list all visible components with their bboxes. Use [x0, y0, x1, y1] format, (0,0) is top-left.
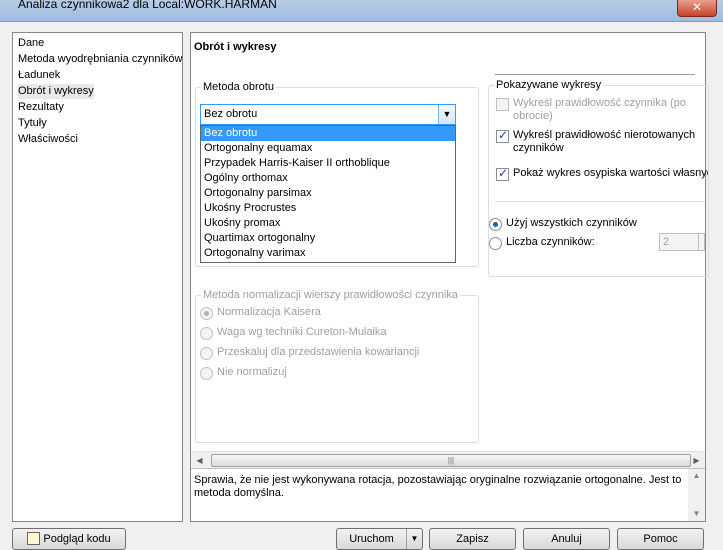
number-of-factors-label: Liczba czynników:	[506, 236, 595, 248]
nav-item-results[interactable]: Rezultaty	[18, 100, 64, 115]
dropdown-arrow-button[interactable]: ▼	[438, 105, 455, 124]
use-all-factors-row[interactable]: Użyj wszystkich czynników	[489, 217, 637, 231]
scree-plot-row[interactable]: Pokaż wykres osypiska wartości własnyc	[496, 167, 708, 181]
covariance-rescale-radio[interactable]	[200, 347, 213, 360]
plot-unrotated-pattern-checkbox[interactable]	[496, 128, 509, 143]
page-title: Obrót i wykresy	[194, 41, 277, 53]
nav-item-loading[interactable]: Ładunek	[18, 68, 60, 83]
plots-legend: Pokazywane wykresy	[496, 79, 602, 91]
number-of-factors-value: 2	[663, 236, 670, 248]
kaiser-normalization-radio[interactable]	[200, 307, 213, 320]
cureton-mulaik-label: Waga wg techniki Cureton-Mulaika	[217, 326, 387, 338]
cancel-label: Anuluj	[551, 533, 582, 545]
rotation-method-dropdown: Bez obrotu Ortogonalny equamax Przypadek…	[200, 125, 456, 263]
covariance-rescale-label: Przeskaluj dla przedstawienia kowariancj…	[217, 346, 420, 358]
plots-divider	[495, 201, 705, 202]
spinner-arrows[interactable]	[698, 234, 704, 250]
scroll-down-icon[interactable]: ▼	[688, 507, 705, 521]
nav-item-properties[interactable]: Właściwości	[18, 132, 78, 147]
window-title: Analiza czynnikowa2 dla Local:WORK.HARMA…	[18, 0, 277, 11]
description-box: Sprawia, że nie jest wykonywana rotacja,…	[191, 468, 705, 521]
help-button[interactable]: Pomoc	[617, 528, 704, 550]
save-button[interactable]: Zapisz	[429, 528, 516, 550]
dropdown-option[interactable]: Ogólny orthomax	[201, 171, 455, 186]
cureton-mulaik-row[interactable]: Waga wg techniki Cureton-Mulaika	[200, 326, 387, 340]
scroll-up-icon[interactable]: ▲	[688, 469, 705, 483]
number-of-factors-radio[interactable]	[489, 237, 502, 250]
close-icon: ✕	[691, 0, 703, 14]
run-dropdown-button[interactable]: ▼	[406, 529, 422, 549]
code-preview-label: Podgląd kodu	[43, 533, 111, 545]
title-divider	[495, 74, 695, 75]
no-normalization-label: Nie normalizuj	[217, 366, 287, 378]
number-of-factors-row[interactable]: Liczba czynników:	[489, 236, 595, 250]
plot-rotated-pattern-label: Wykreśl prawidłowość czynnika (po obroci…	[513, 97, 686, 122]
chevron-down-icon: ▼	[442, 109, 452, 119]
rotation-method-legend: Metoda obrotu	[203, 81, 274, 93]
plot-unrotated-pattern-label: Wykreśl prawidłowość nierotowanych czynn…	[513, 129, 696, 154]
scree-plot-checkbox[interactable]	[496, 167, 509, 181]
use-all-factors-radio[interactable]	[489, 218, 502, 231]
kaiser-normalization-label: Normalizacja Kaisera	[217, 306, 321, 318]
scree-plot-label: Pokaż wykres osypiska wartości własnyc	[513, 167, 708, 179]
navigation-list: Dane Metoda wyodrębniania czynników Ładu…	[12, 32, 183, 522]
description-text: Sprawia, że nie jest wykonywana rotacja,…	[194, 474, 682, 499]
dropdown-option[interactable]: Bez obrotu	[201, 126, 455, 141]
description-scrollbar[interactable]: ▲ ▼	[688, 469, 705, 521]
scroll-right-icon[interactable]: ▶	[688, 452, 705, 469]
code-preview-icon	[27, 531, 41, 545]
rotation-method-value: Bez obrotu	[204, 108, 258, 120]
dropdown-option[interactable]: Przypadek Harris-Kaiser II orthoblique	[201, 156, 455, 171]
save-label: Zapisz	[456, 533, 489, 545]
nav-item-titles[interactable]: Tytuły	[18, 116, 47, 131]
nav-item-extraction-method[interactable]: Metoda wyodrębniania czynników	[18, 52, 182, 67]
kaiser-normalization-row[interactable]: Normalizacja Kaisera	[200, 306, 321, 320]
dropdown-option[interactable]: Ortogonalny parsimax	[201, 186, 455, 201]
nav-item-rotation-plots[interactable]: Obrót i wykresy	[18, 84, 94, 99]
title-bar: Analiza czynnikowa2 dla Local:WORK.HARMA…	[0, 0, 723, 22]
no-normalization-radio[interactable]	[200, 367, 213, 380]
plot-unrotated-pattern-row[interactable]: Wykreśl prawidłowość nierotowanych czynn…	[496, 128, 704, 155]
grip-icon: |||	[447, 456, 455, 465]
chevron-down-icon: ▼	[410, 534, 419, 543]
dropdown-option[interactable]: Quartimax ortogonalny	[201, 231, 455, 246]
dropdown-option[interactable]: Ortogonalny varimax	[201, 246, 455, 261]
nav-item-dane[interactable]: Dane	[18, 36, 44, 51]
horizontal-scrollbar[interactable]: ◀ ||| ▶	[191, 451, 705, 468]
number-of-factors-spinner[interactable]: 2	[659, 233, 705, 251]
cureton-mulaik-radio[interactable]	[200, 327, 213, 340]
close-button[interactable]: ✕	[677, 0, 717, 17]
plot-rotated-pattern-row[interactable]: Wykreśl prawidłowość czynnika (po obroci…	[496, 97, 704, 123]
cancel-button[interactable]: Anuluj	[523, 528, 610, 550]
help-label: Pomoc	[643, 533, 678, 545]
scroll-left-icon[interactable]: ◀	[191, 452, 208, 469]
plot-rotated-pattern-checkbox[interactable]	[496, 98, 509, 111]
dropdown-option[interactable]: Ortogonalny equamax	[201, 141, 455, 156]
scrollbar-thumb[interactable]: |||	[211, 454, 691, 467]
no-normalization-row[interactable]: Nie normalizuj	[200, 366, 287, 380]
dropdown-option[interactable]: Ukośny Procrustes	[201, 201, 455, 216]
rotation-method-select[interactable]: Bez obrotu ▼	[200, 104, 456, 125]
options-panel: Obrót i wykresy Metoda obrotu Bez obrotu…	[190, 32, 709, 522]
run-button[interactable]: Uruchom ▼	[336, 528, 423, 550]
normalization-legend: Metoda normalizacji wierszy prawidłowośc…	[203, 289, 458, 301]
dropdown-option[interactable]: Ukośny promax	[201, 216, 455, 231]
covariance-rescale-row[interactable]: Przeskaluj dla przedstawienia kowariancj…	[200, 346, 419, 360]
use-all-factors-label: Użyj wszystkich czynników	[506, 217, 637, 229]
run-label: Uruchom	[349, 533, 394, 545]
code-preview-button[interactable]: Podgląd kodu	[12, 528, 126, 550]
